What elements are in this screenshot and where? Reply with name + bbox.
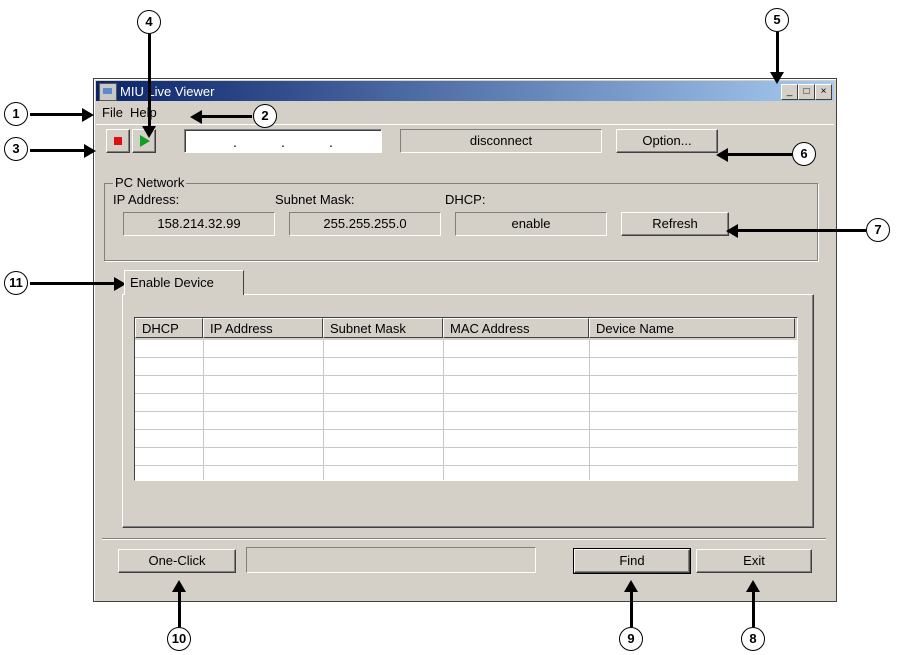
callout-9-arrowhead <box>624 580 638 592</box>
callout-1-arrowhead <box>82 108 94 122</box>
pc-ip-address-value: 158.214.32.99 <box>123 212 275 236</box>
callout-8-arrowhead <box>746 580 760 592</box>
table-row[interactable] <box>135 358 797 376</box>
one-click-button[interactable]: One-Click <box>118 549 236 573</box>
callout-4-arrowhead <box>142 126 156 138</box>
minimize-button[interactable]: _ <box>781 84 798 100</box>
callout-7: 7 <box>866 218 890 242</box>
menu-file[interactable]: File <box>102 105 123 120</box>
callout-3: 3 <box>4 137 28 161</box>
callout-8: 8 <box>741 627 765 651</box>
column-header-ip-address[interactable]: IP Address <box>203 318 323 338</box>
close-button[interactable]: × <box>815 84 832 100</box>
pc-network-legend: PC Network <box>113 175 187 190</box>
stop-icon <box>114 137 122 145</box>
callout-8-arrow <box>752 592 755 627</box>
column-header-dhcp[interactable]: DHCP <box>135 318 203 338</box>
column-header-mac-address[interactable]: MAC Address <box>443 318 589 338</box>
callout-3-arrowhead <box>84 144 96 158</box>
callout-4: 4 <box>137 10 161 34</box>
device-table-header: DHCP IP Address Subnet Mask MAC Address … <box>135 318 797 340</box>
callout-11-arrow <box>30 282 114 285</box>
ip-dot: . <box>233 134 237 150</box>
footer-separator <box>102 538 826 540</box>
tab-enable-device[interactable]: Enable Device <box>124 270 244 295</box>
callout-7-arrowhead <box>726 224 738 238</box>
callout-1: 1 <box>4 102 28 126</box>
callout-6-arrowhead <box>716 148 728 162</box>
maximize-button[interactable]: □ <box>798 84 815 100</box>
callout-11: 11 <box>4 271 28 295</box>
callout-5-arrow <box>776 32 779 74</box>
menu-help[interactable]: Help <box>130 105 157 120</box>
table-row[interactable] <box>135 394 797 412</box>
ip-dot: . <box>281 134 285 150</box>
callout-2-arrowhead <box>190 110 202 124</box>
table-row[interactable] <box>135 376 797 394</box>
callout-1-arrow <box>30 113 82 116</box>
connection-status: disconnect <box>400 129 602 153</box>
tab-enable-device-label: Enable Device <box>130 275 214 290</box>
callout-10-arrowhead <box>172 580 186 592</box>
exit-button[interactable]: Exit <box>696 549 812 573</box>
column-header-device-name[interactable]: Device Name <box>589 318 795 338</box>
dhcp-label: DHCP: <box>445 192 486 207</box>
app-icon <box>99 83 117 101</box>
subnet-mask-label: Subnet Mask: <box>275 192 355 207</box>
title-bar[interactable]: MIU Live Viewer _ □ × <box>96 81 834 101</box>
callout-2-arrow <box>202 115 252 118</box>
callout-2: 2 <box>253 104 277 128</box>
callout-9-arrow <box>630 592 633 627</box>
callout-5-arrowhead <box>770 72 784 84</box>
callout-6: 6 <box>792 142 816 166</box>
column-header-subnet-mask[interactable]: Subnet Mask <box>323 318 443 338</box>
stop-button[interactable] <box>106 129 130 153</box>
pc-subnet-mask-value: 255.255.255.0 <box>289 212 441 236</box>
option-button[interactable]: Option... <box>616 129 718 153</box>
pc-network-group: PC Network IP Address: Subnet Mask: DHCP… <box>104 175 818 261</box>
callout-9: 9 <box>619 627 643 651</box>
table-row[interactable] <box>135 412 797 430</box>
window-title: MIU Live Viewer <box>120 84 215 99</box>
ip-dot: . <box>329 134 333 150</box>
menu-bar: File Help <box>96 103 834 121</box>
table-row[interactable] <box>135 340 797 358</box>
callout-10-arrow <box>178 592 181 627</box>
callout-6-arrow <box>728 153 792 156</box>
table-row[interactable] <box>135 430 797 448</box>
callout-3-arrow <box>30 149 84 152</box>
callout-10: 10 <box>167 627 191 651</box>
table-row[interactable] <box>135 448 797 466</box>
device-table[interactable]: DHCP IP Address Subnet Mask MAC Address … <box>134 317 798 481</box>
refresh-button[interactable]: Refresh <box>621 212 729 236</box>
ip-address-label: IP Address: <box>113 192 180 207</box>
find-button[interactable]: Find <box>573 548 691 574</box>
status-field <box>246 547 536 573</box>
pc-dhcp-value: enable <box>455 212 607 236</box>
callout-5: 5 <box>765 8 789 32</box>
callout-4-arrow <box>148 34 151 126</box>
ip-address-input[interactable]: . . . <box>184 129 382 153</box>
callout-7-arrow <box>738 229 866 232</box>
